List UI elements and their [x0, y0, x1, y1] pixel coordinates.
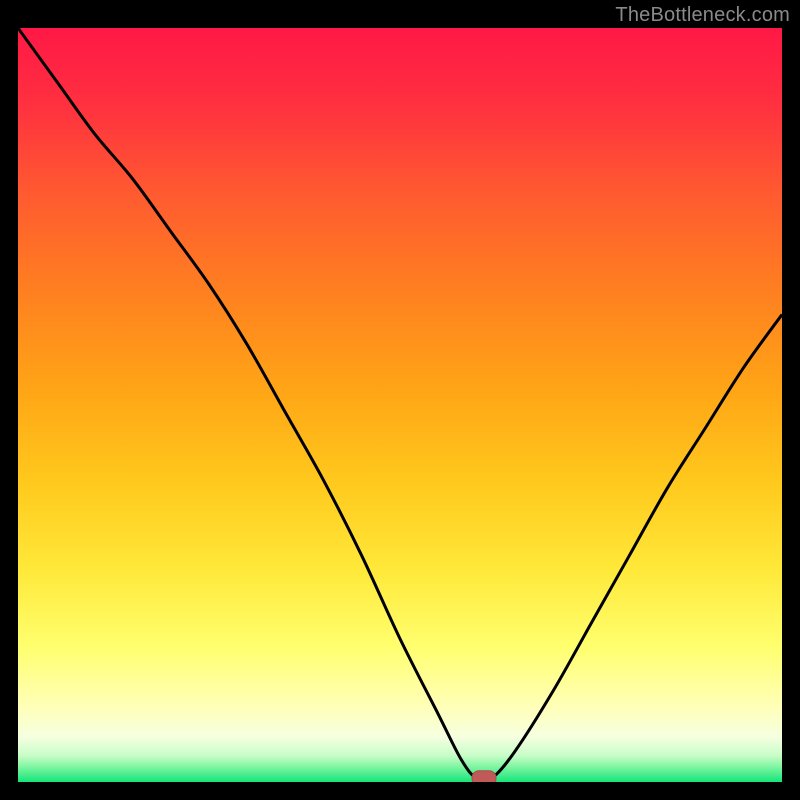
optimum-marker [472, 771, 496, 782]
chart-frame: TheBottleneck.com [0, 0, 800, 800]
chart-background-gradient [18, 28, 782, 782]
chart-svg [18, 28, 782, 782]
watermark-text: TheBottleneck.com [615, 4, 790, 27]
chart-plot-area [18, 28, 782, 782]
